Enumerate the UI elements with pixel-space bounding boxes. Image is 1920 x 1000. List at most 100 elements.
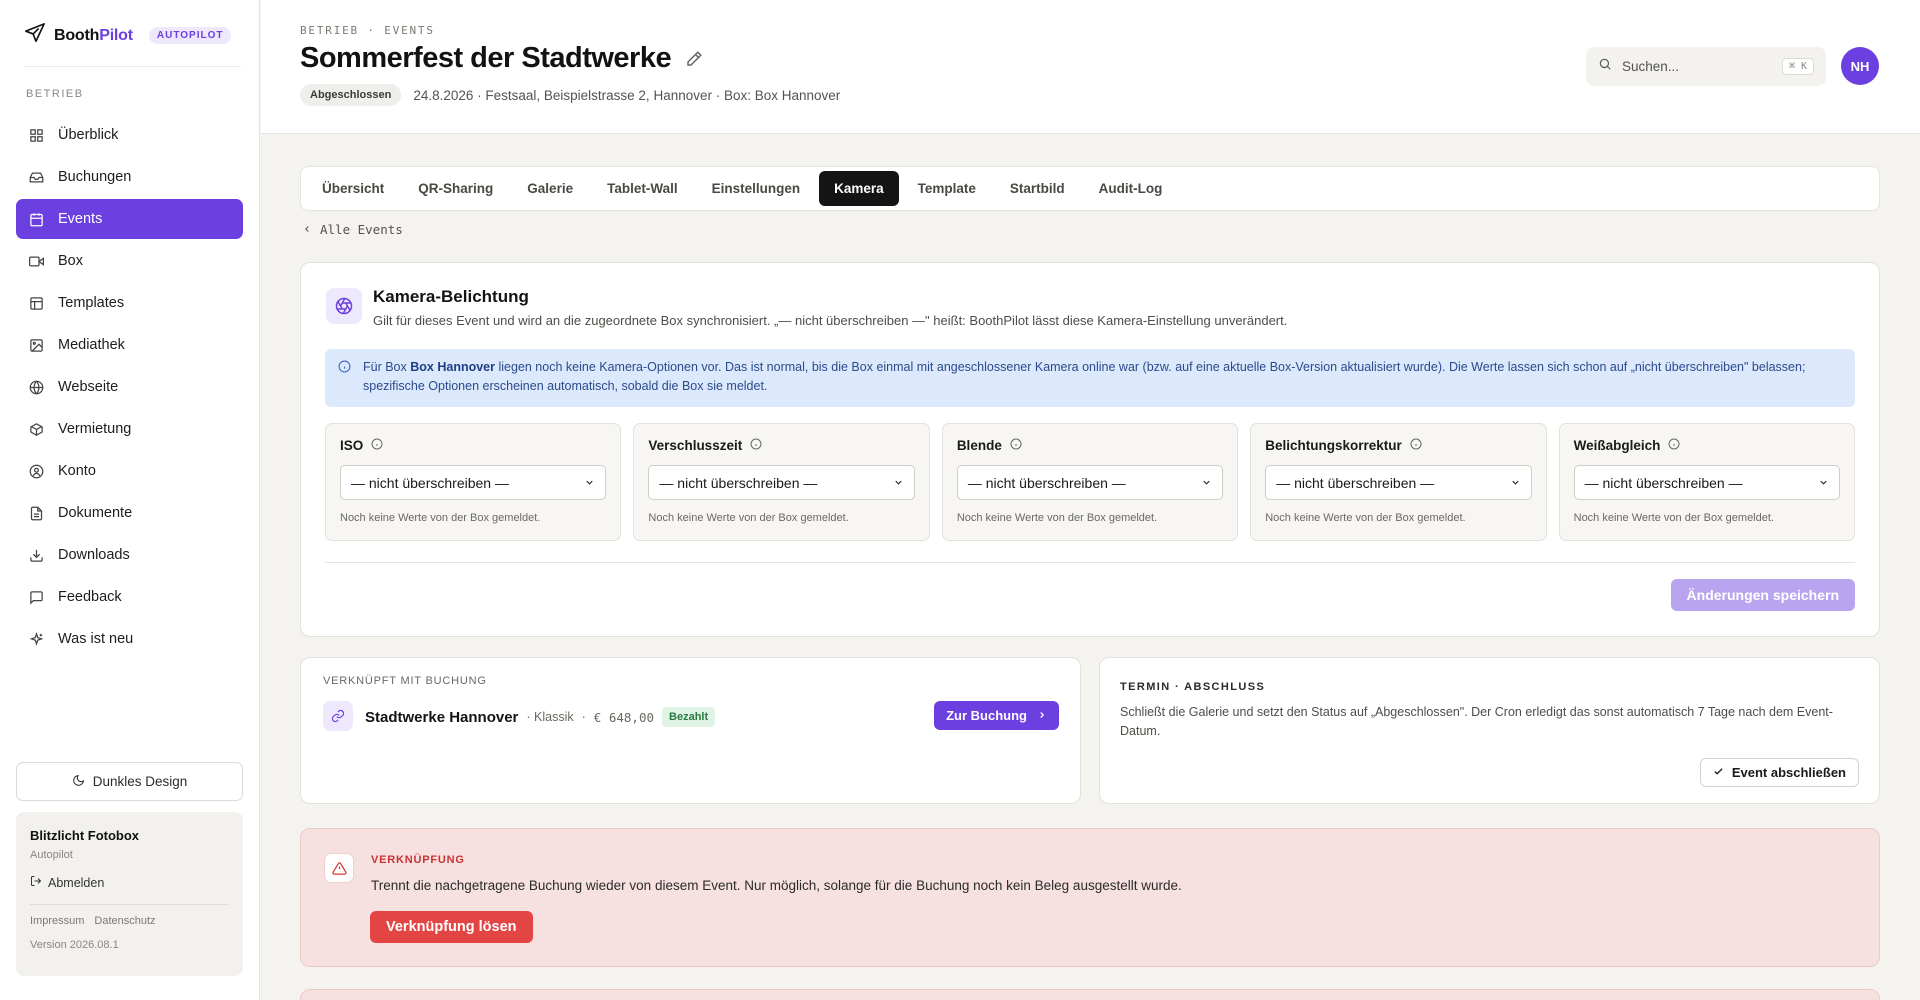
datenschutz-link[interactable]: Datenschutz <box>94 915 155 927</box>
account-name: Blitzlicht Fotobox <box>30 828 140 843</box>
sidebar-item-box[interactable]: Box <box>16 241 243 281</box>
event-meta: Abgeschlossen 24.8.2026 · Festsaal, Beis… <box>300 84 840 106</box>
account-plan: Autopilot <box>30 849 73 861</box>
pencil-icon[interactable] <box>685 50 703 68</box>
version-label: Version 2026.08.1 <box>30 939 119 951</box>
section-label: TERMIN · ABSCHLUSS <box>1120 681 1266 693</box>
white-balance-field: Weißabgleich — nicht überschreiben — Noc… <box>1558 423 1856 541</box>
sidebar-item-label: Downloads <box>58 547 130 563</box>
go-to-booking-button[interactable]: Zur Buchung <box>934 701 1059 730</box>
camera-icon <box>28 253 44 269</box>
unlink-button[interactable]: Verknüpfung lösen <box>370 911 533 943</box>
chevron-left-icon <box>302 222 312 237</box>
field-label: Blende <box>957 438 1223 453</box>
info-circle-icon[interactable] <box>1010 438 1022 453</box>
breadcrumb: BETRIEB · EVENTS <box>300 24 435 37</box>
check-icon <box>1713 765 1724 780</box>
avatar[interactable]: NH <box>1841 47 1879 85</box>
info-circle-icon[interactable] <box>1668 438 1680 453</box>
status-badge: Abgeschlossen <box>300 84 402 106</box>
search-input[interactable]: Suchen... ⌘ K <box>1586 47 1826 86</box>
sidebar-item-webseite[interactable]: Webseite <box>16 367 243 407</box>
sidebar-item-vermietung[interactable]: Vermietung <box>16 409 243 449</box>
save-changes-button[interactable]: Änderungen speichern <box>1670 579 1855 611</box>
unlink-booking-card: VERKNÜPFUNG Trennt die nachgetragene Buc… <box>300 828 1880 967</box>
search-shortcut: ⌘ K <box>1781 58 1814 75</box>
info-circle-icon[interactable] <box>750 438 762 453</box>
sidebar-item-downloads[interactable]: Downloads <box>16 535 243 575</box>
sidebar-item-dokumente[interactable]: Dokumente <box>16 493 243 533</box>
sidebar-item-label: Buchungen <box>58 169 132 185</box>
event-tabs: Übersicht QR-Sharing Galerie Tablet-Wall… <box>300 166 1880 211</box>
event-meta-text: 24.8.2026 · Festsaal, Beispielstrasse 2,… <box>413 87 841 103</box>
camera-fields: ISO — nicht überschreiben — Noch keine W… <box>325 423 1856 541</box>
tab-startbild[interactable]: Startbild <box>995 171 1080 206</box>
warning-icon <box>324 853 354 883</box>
tab-uebersicht[interactable]: Übersicht <box>307 171 399 206</box>
document-icon <box>28 505 44 521</box>
inbox-icon <box>28 169 44 185</box>
field-hint: Noch keine Werte von der Box gemeldet. <box>956 512 1158 524</box>
card-description: Gilt für dieses Event und wird an die zu… <box>373 313 1288 328</box>
booking-package: · Klassik <box>526 710 574 724</box>
info-circle-icon[interactable] <box>371 438 383 453</box>
sidebar-item-events[interactable]: Events <box>16 199 243 239</box>
tab-galerie[interactable]: Galerie <box>512 171 588 206</box>
sidebar-item-templates[interactable]: Templates <box>16 283 243 323</box>
tab-kamera[interactable]: Kamera <box>819 171 899 206</box>
footer-links: Impressum Datenschutz <box>30 915 229 927</box>
tab-tablet-wall[interactable]: Tablet-Wall <box>592 171 693 206</box>
camera-exposure-card: Kamera-Belichtung Gilt für dieses Event … <box>300 262 1880 637</box>
info-circle-icon[interactable] <box>1410 438 1422 453</box>
iso-select[interactable]: — nicht überschreiben — <box>340 465 607 500</box>
tab-einstellungen[interactable]: Einstellungen <box>697 171 816 206</box>
sidebar-item-label: Überblick <box>58 127 119 143</box>
sidebar-item-feedback[interactable]: Feedback <box>16 577 243 617</box>
section-label: VERKNÜPFT MIT BUCHUNG <box>323 675 487 687</box>
sidebar-item-label: Vermietung <box>58 421 132 437</box>
tab-qr-sharing[interactable]: QR-Sharing <box>403 171 508 206</box>
section-description: Trennt die nachgetragene Buchung wieder … <box>371 878 1182 893</box>
sidebar-item-label: Webseite <box>58 379 119 395</box>
dark-mode-toggle[interactable]: Dunkles Design <box>16 762 243 801</box>
dark-mode-label: Dunkles Design <box>92 774 188 789</box>
info-icon <box>338 360 351 379</box>
white-balance-select[interactable]: — nicht überschreiben — <box>1573 465 1841 500</box>
sidebar: BoothPilot AUTOPILOT BETRIEB Überblick B… <box>0 0 260 1000</box>
page-title: Sommerfest der Stadtwerke <box>300 42 703 75</box>
message-icon <box>28 589 44 605</box>
divider <box>24 66 241 67</box>
booking-summary: Stadtwerke Hannover · Klassik · € 648,00… <box>365 707 716 727</box>
close-event-button[interactable]: Event abschließen <box>1699 758 1859 787</box>
info-text-suffix: liegen noch keine Kamera-Optionen vor. D… <box>363 360 1806 393</box>
exposure-compensation-select[interactable]: — nicht überschreiben — <box>1265 465 1532 500</box>
back-link-label: Alle Events <box>320 222 403 237</box>
linked-booking-card: VERKNÜPFT MIT BUCHUNG Stadtwerke Hannove… <box>300 657 1081 804</box>
field-hint: Noch keine Werte von der Box gemeldet. <box>340 512 541 524</box>
aperture-select[interactable]: — nicht überschreiben — <box>956 465 1224 500</box>
sidebar-item-was-ist-neu[interactable]: Was ist neu <box>16 619 243 659</box>
sparkle-icon <box>28 631 44 647</box>
brand-logo[interactable]: BoothPilot AUTOPILOT <box>24 22 232 49</box>
sidebar-item-buchungen[interactable]: Buchungen <box>16 157 243 197</box>
page-title-text: Sommerfest der Stadtwerke <box>300 42 672 74</box>
tab-audit-log[interactable]: Audit-Log <box>1084 171 1178 206</box>
iso-field: ISO — nicht überschreiben — Noch keine W… <box>325 423 622 541</box>
calendar-icon <box>28 211 44 227</box>
sidebar-item-mediathek[interactable]: Mediathek <box>16 325 243 365</box>
sidebar-item-konto[interactable]: Konto <box>16 451 243 491</box>
logout-button[interactable]: Abmelden <box>30 875 229 890</box>
sidebar-item-ueberblick[interactable]: Überblick <box>16 115 243 155</box>
aperture-icon <box>326 288 362 324</box>
card-title: Kamera-Belichtung <box>373 287 529 306</box>
back-to-events-link[interactable]: Alle Events <box>302 222 403 237</box>
field-label: Weißabgleich <box>1574 438 1840 453</box>
field-hint: Noch keine Werte von der Box gemeldet. <box>648 512 849 524</box>
user-icon <box>28 463 44 479</box>
sidebar-item-label: Konto <box>58 463 96 479</box>
booking-price: € 648,00 <box>593 709 655 725</box>
divider <box>325 562 1855 563</box>
impressum-link[interactable]: Impressum <box>30 915 84 927</box>
tab-template[interactable]: Template <box>903 171 991 206</box>
shutter-speed-select[interactable]: — nicht überschreiben — <box>648 465 915 500</box>
